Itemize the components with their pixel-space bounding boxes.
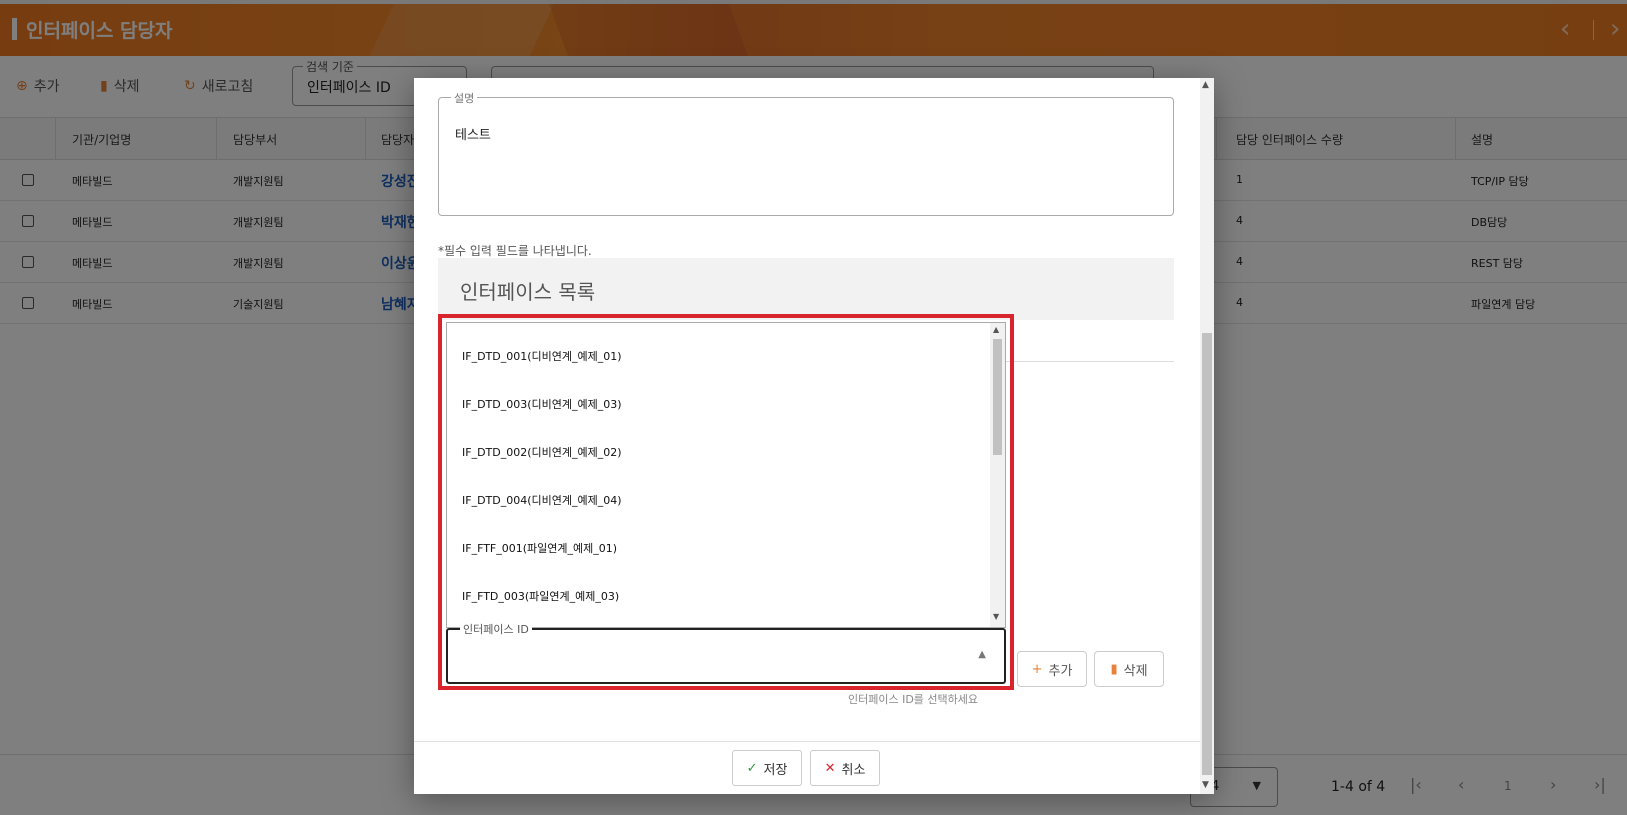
section-title: 인터페이스 목록: [460, 280, 596, 304]
interface-dropdown-list: IF_DTD_001(디비연계_예제_01) IF_DTD_003(디비연계_예…: [446, 322, 1006, 628]
dropdown-option[interactable]: IF_DTD_002(디비연계_예제_02): [462, 444, 622, 460]
cancel-button-label: 취소: [841, 762, 866, 778]
scroll-down-icon[interactable]: ▼: [993, 612, 999, 621]
dropdown-scroll-thumb[interactable]: [993, 339, 1002, 455]
dropdown-scrollbar[interactable]: ▲ ▼: [990, 323, 1005, 627]
scroll-up-icon[interactable]: ▲: [993, 325, 999, 334]
check-icon: ✓: [746, 760, 758, 776]
close-icon: ✕: [824, 760, 836, 776]
dialog-scrollbar[interactable]: ▲ ▼: [1200, 78, 1214, 794]
interface-list-section: 인터페이스 목록: [438, 258, 1174, 320]
delete-interface-button[interactable]: ▮ 삭제: [1094, 651, 1164, 687]
save-button-label: 저장: [763, 762, 788, 778]
save-button[interactable]: ✓ 저장: [732, 750, 802, 786]
dropdown-option[interactable]: IF_FTF_001(파일연계_예제_01): [462, 540, 617, 556]
add-interface-button[interactable]: + 추가: [1017, 651, 1087, 687]
dialog-scroll-thumb[interactable]: [1202, 333, 1212, 775]
description-value: 테스트: [455, 128, 491, 143]
add-interface-label: 추가: [1048, 663, 1073, 679]
interface-id-select[interactable]: 인터페이스 ID ▲: [446, 621, 1006, 684]
interface-id-helper-text: 인터페이스 ID를 선택하세요: [848, 693, 979, 706]
dropdown-option[interactable]: IF_DTD_004(디비연계_예제_04): [462, 492, 622, 508]
delete-interface-label: 삭제: [1123, 663, 1148, 679]
dropdown-option[interactable]: IF_FTD_003(파일연계_예제_03): [462, 588, 619, 604]
manager-edit-dialog: 설명 테스트 *필수 입력 필드를 나타냅니다. 인터페이스 목록 IF_DTD…: [414, 78, 1214, 794]
interface-id-legend: 인터페이스 ID: [460, 621, 532, 637]
section-divider: [1004, 361, 1174, 362]
trash-icon: ▮: [1110, 661, 1118, 677]
description-legend: 설명: [451, 90, 478, 106]
cancel-button[interactable]: ✕ 취소: [810, 750, 880, 786]
dialog-footer-divider: [414, 741, 1200, 742]
scroll-down-icon[interactable]: ▼: [1202, 780, 1209, 790]
description-field[interactable]: 설명 테스트: [438, 90, 1174, 216]
caret-up-icon: ▲: [978, 649, 986, 660]
scroll-up-icon[interactable]: ▲: [1202, 80, 1209, 90]
plus-icon: +: [1031, 661, 1043, 677]
dropdown-option[interactable]: IF_DTD_003(디비연계_예제_03): [462, 396, 622, 412]
required-field-note: *필수 입력 필드를 나타냅니다.: [438, 244, 592, 258]
dropdown-option[interactable]: IF_DTD_001(디비연계_예제_01): [462, 348, 622, 364]
